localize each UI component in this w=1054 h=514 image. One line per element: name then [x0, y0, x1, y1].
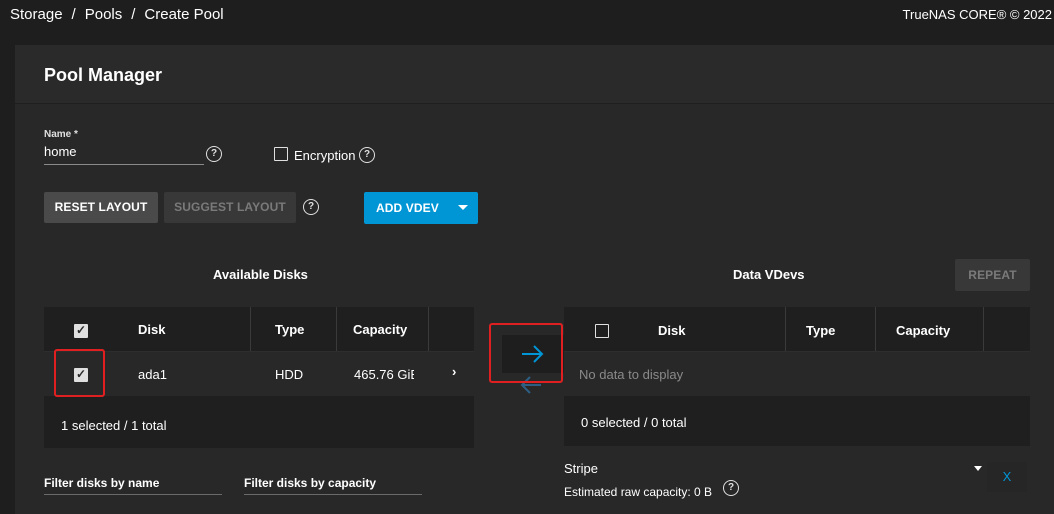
select-all-checkbox[interactable] — [74, 323, 88, 338]
empty-row: No data to display — [564, 352, 1030, 396]
disk-type: HDD — [275, 367, 304, 382]
breadcrumb: Storage / Pools / Create Pool — [10, 6, 224, 23]
column-divider — [336, 307, 337, 351]
page-title: Pool Manager — [44, 65, 163, 85]
top-bar: Storage / Pools / Create Pool TrueNAS CORE® … — [0, 0, 1054, 32]
column-capacity[interactable]: Capacity — [353, 322, 407, 337]
breadcrumb-pools[interactable]: Pools — [85, 6, 123, 23]
disk-name: ada1 — [138, 367, 167, 382]
data-vdevs-title: Data VDevs — [733, 267, 805, 282]
add-vdev-label: ADD VDEV — [376, 201, 439, 215]
column-type[interactable]: Type — [806, 323, 835, 338]
table-header: Disk Type Capacity — [564, 307, 1030, 352]
breadcrumb-create-pool: Create Pool — [144, 6, 224, 23]
disk-capacity: 465.76 GiB — [354, 367, 414, 382]
available-disks-table: Disk Type Capacity ada1 HDD 465.76 GiB ›… — [44, 307, 474, 448]
table-header: Disk Type Capacity — [44, 307, 474, 352]
repeat-button[interactable]: REPEAT — [955, 259, 1030, 291]
filter-by-name-input[interactable]: Filter disks by name — [44, 472, 222, 495]
caret-down-icon[interactable] — [974, 466, 982, 471]
copyright-text: TrueNAS CORE® © 2022 — [902, 7, 1052, 22]
chevron-right-icon[interactable]: › — [452, 364, 456, 379]
select-all-checkbox[interactable] — [595, 324, 609, 338]
encryption-label: Encryption — [294, 148, 356, 163]
help-icon[interactable]: ? — [359, 147, 375, 163]
breadcrumb-separator: / — [71, 6, 76, 23]
pool-manager-card: Pool Manager Name * home ? Encryption ? … — [15, 45, 1054, 514]
table-row[interactable]: ada1 HDD 465.76 GiB › — [44, 352, 474, 396]
column-divider — [785, 307, 786, 351]
caret-down-icon[interactable] — [458, 205, 468, 210]
vdev-selection-count: 0 selected / 0 total — [581, 415, 687, 430]
help-icon[interactable]: ? — [206, 146, 222, 162]
name-label: Name * — [44, 129, 78, 140]
available-disks-title: Available Disks — [213, 267, 308, 282]
estimated-capacity: Estimated raw capacity: 0 B — [564, 485, 713, 499]
column-divider — [983, 307, 984, 351]
column-divider — [250, 307, 251, 351]
remove-vdev-button[interactable]: X — [987, 462, 1027, 492]
available-selection-count: 1 selected / 1 total — [61, 418, 167, 433]
help-icon[interactable]: ? — [303, 199, 319, 215]
pool-name-input[interactable]: home — [44, 142, 204, 165]
column-divider — [428, 307, 429, 351]
help-icon[interactable]: ? — [723, 480, 739, 496]
column-disk[interactable]: Disk — [658, 323, 685, 338]
column-capacity[interactable]: Capacity — [896, 323, 950, 338]
card-header: Pool Manager — [15, 45, 1054, 104]
breadcrumb-separator: / — [131, 6, 136, 23]
column-disk[interactable]: Disk — [138, 322, 165, 337]
empty-message: No data to display — [579, 367, 684, 382]
suggest-layout-button[interactable]: SUGGEST LAYOUT — [164, 192, 296, 223]
vdev-layout-select[interactable]: Stripe — [564, 461, 598, 476]
filter-by-capacity-input[interactable]: Filter disks by capacity — [244, 472, 422, 495]
column-type[interactable]: Type — [275, 322, 304, 337]
add-vdev-button[interactable]: ADD VDEV — [364, 192, 478, 224]
encryption-checkbox[interactable] — [274, 147, 288, 161]
highlight-box — [489, 323, 563, 383]
column-divider — [875, 307, 876, 351]
reset-layout-button[interactable]: RESET LAYOUT — [44, 192, 158, 223]
data-vdevs-table: Disk Type Capacity No data to display 0 … — [564, 307, 1030, 446]
highlight-box — [54, 349, 105, 397]
breadcrumb-storage[interactable]: Storage — [10, 6, 63, 23]
